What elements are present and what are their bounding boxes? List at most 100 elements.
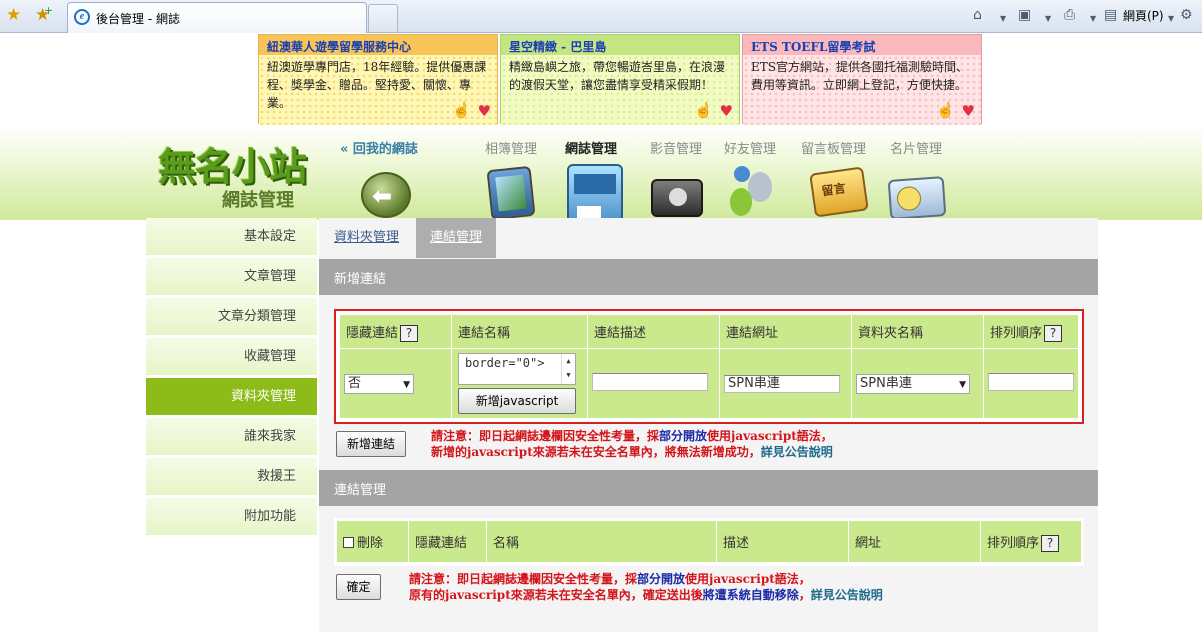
cell-name: border="0"> ▲ ▼ 新增javascript	[451, 348, 588, 419]
manage-notice-line2: 原有的javascript來源若未在安全名單內，確定送出後將遭系統自動移除，詳見…	[409, 587, 883, 603]
manage-notice: 請注意：即日起網誌邊欄因安全性考量，採部分開放使用javascript語法， 原…	[409, 571, 883, 603]
add-link-button[interactable]: 新增連結	[336, 431, 406, 457]
sidebar-item-collections[interactable]: 收藏管理	[146, 338, 317, 378]
sidebar-item-visitors[interactable]: 誰來我家	[146, 418, 317, 458]
heart-icon: ♥	[719, 102, 733, 120]
cell-url: SPN串連	[719, 348, 852, 419]
link-desc-input[interactable]	[592, 372, 708, 391]
sidebar-item-articles[interactable]: 文章管理	[146, 258, 317, 298]
hidden-select[interactable]: 否 ▼	[344, 373, 414, 394]
feeds-dropdown-icon[interactable]: ▼	[1045, 10, 1051, 28]
announcement-link[interactable]: 詳見公告說明	[761, 445, 833, 459]
home-icon[interactable]: ⌂	[973, 6, 982, 24]
link-url-input[interactable]: SPN串連	[724, 374, 840, 393]
subtabs: 資料夾管理 連結管理	[319, 218, 1098, 258]
sidebar-item-categories[interactable]: 文章分類管理	[146, 298, 317, 338]
link-order-input[interactable]	[988, 372, 1074, 391]
ad-title[interactable]: 星空精緻 - 巴里島	[501, 35, 739, 55]
favorites-star-icon[interactable]: ★	[6, 5, 21, 25]
order-help-button[interactable]: ?	[1044, 324, 1063, 342]
heart-icon: ♥	[961, 102, 975, 120]
print-icon[interactable]: ⎙	[1064, 6, 1075, 24]
browser-tab[interactable]: e 後台管理 - 網誌	[67, 2, 367, 33]
add-favorites-icon[interactable]: ★ +	[35, 4, 53, 25]
nav-video[interactable]: 影音管理	[650, 138, 702, 157]
video-icon[interactable]	[651, 179, 703, 217]
col-url: 網址	[848, 520, 981, 563]
page-dropdown-icon[interactable]: ▼	[1168, 10, 1174, 28]
col-delete-label: 刪除	[357, 536, 384, 551]
hidden-help-button[interactable]: ?	[400, 324, 419, 342]
guestbook-icon[interactable]: 留言	[809, 166, 869, 218]
new-link-form: 隱藏連結? 連結名稱 連結描述 連結網址 資料夾名稱 排列順序? 否 ▼ bord…	[334, 309, 1084, 424]
nav-blog[interactable]: 網誌管理	[565, 138, 617, 157]
order-help-button[interactable]: ?	[1041, 534, 1060, 552]
home-dropdown-icon[interactable]: ▼	[1000, 10, 1006, 28]
notice-emphasis: 部分開放	[637, 572, 686, 586]
link-management-table: 刪除 隱藏連結 名稱 描述 網址 排列順序?	[334, 518, 1084, 566]
page-icon[interactable]: ▤	[1104, 6, 1117, 24]
sidebar-item-basic-settings[interactable]: 基本設定	[146, 218, 317, 258]
back-arrow-icon[interactable]: ⬅	[361, 172, 411, 218]
folder-select[interactable]: SPN串連 ▼	[856, 373, 970, 394]
notice-emphasis: 將遭系統自動移除	[702, 588, 799, 602]
notice-text: 請注意：即日起網誌邊欄因安全性考量，採	[431, 429, 660, 443]
col-order: 排列順序?	[983, 314, 1079, 349]
tab-link-management[interactable]: 連結管理	[416, 218, 496, 258]
section-header-link-management: 連結管理	[319, 470, 1098, 506]
sidebar-item-addons[interactable]: 附加功能	[146, 498, 317, 538]
add-javascript-button[interactable]: 新增javascript	[458, 388, 576, 414]
col-desc: 描述	[716, 520, 849, 563]
nav-album[interactable]: 相簿管理	[485, 138, 537, 157]
page-menu[interactable]: 網頁(P)	[1123, 7, 1164, 24]
manage-notice-line1: 請注意：即日起網誌邊欄因安全性考量，採部分開放使用javascript語法，	[409, 571, 883, 587]
hand-cursor-icon: ☝	[694, 101, 713, 119]
nav-friends[interactable]: 好友管理	[724, 138, 776, 157]
ad-banner-1[interactable]: 紐澳華人遊學留學服務中心 紐澳遊學專門店，18年經驗。提供優惠課程、獎學金、贈品…	[258, 34, 498, 125]
ad-banner-3[interactable]: ETS TOEFL留學考試 ETS官方網站，提供各國托福測驗時間、費用等資訊。立…	[742, 34, 982, 125]
sidebar-item-folders[interactable]: 資料夾管理	[146, 378, 317, 418]
announcement-link[interactable]: 詳見公告說明	[811, 588, 883, 602]
nav-namecard[interactable]: 名片管理	[890, 138, 942, 157]
col-hidden: 隱藏連結	[408, 520, 487, 563]
sidebar-item-rescue[interactable]: 救援王	[146, 458, 317, 498]
chevron-down-icon: ▼	[403, 379, 410, 390]
feeds-icon[interactable]: ▣	[1018, 6, 1031, 24]
namecard-icon[interactable]	[887, 176, 947, 220]
col-order-label: 排列順序	[987, 535, 1040, 551]
back-to-blog-link[interactable]: « 回我的網誌	[340, 138, 418, 157]
new-link-notice-line2: 新增的javascript來源若未在安全名單內，將無法新增成功，詳見公告說明	[431, 444, 833, 460]
ad-banner-2[interactable]: 星空精緻 - 巴里島 精緻島嶼之旅，帶您暢遊峇里島，在浪漫的渡假天堂，讓您盡情享…	[500, 34, 740, 125]
ie-logo-icon: e	[74, 9, 90, 25]
ad-title[interactable]: ETS TOEFL留學考試	[743, 35, 981, 55]
nav-guestbook[interactable]: 留言板管理	[801, 138, 866, 157]
link-name-textarea[interactable]: border="0"> ▲ ▼	[458, 353, 576, 385]
cell-folder: SPN串連 ▼	[851, 348, 984, 419]
print-dropdown-icon[interactable]: ▼	[1090, 10, 1096, 28]
ad-title[interactable]: 紐澳華人遊學留學服務中心	[259, 35, 497, 55]
tools-gear-icon[interactable]: ⚙	[1180, 6, 1193, 24]
hidden-select-value: 否	[348, 375, 362, 391]
cell-hidden: 否 ▼	[339, 348, 452, 419]
album-icon[interactable]	[486, 165, 536, 221]
new-link-notice: 請注意：即日起網誌邊欄因安全性考量，採部分開放使用javascript語法， 新…	[431, 428, 833, 460]
col-hidden: 隱藏連結?	[339, 314, 452, 349]
col-url: 連結網址	[719, 314, 852, 349]
section-title: 網誌管理	[222, 190, 294, 211]
cell-order	[983, 348, 1079, 419]
link-name-value: border="0">	[465, 356, 545, 370]
notice-text: 請注意：即日起網誌邊欄因安全性考量，採	[409, 572, 638, 586]
col-delete: 刪除	[336, 520, 409, 563]
new-tab-button[interactable]	[368, 4, 398, 32]
chevron-down-icon: ▼	[959, 379, 966, 390]
friends-icon[interactable]	[728, 166, 774, 218]
tab-folder-management[interactable]: 資料夾管理	[334, 218, 399, 258]
confirm-button[interactable]: 確定	[336, 574, 381, 600]
folder-select-value: SPN串連	[860, 375, 912, 391]
textarea-scrollbar[interactable]: ▲ ▼	[561, 354, 575, 384]
guestbook-icon-text: 留言	[820, 181, 847, 199]
col-folder: 資料夾名稱	[851, 314, 984, 349]
delete-all-checkbox[interactable]	[343, 537, 354, 548]
site-logo[interactable]: 無名小站	[158, 136, 307, 191]
notice-text: 原有的javascript來源若未在安全名單內，確定送出後	[409, 588, 703, 602]
